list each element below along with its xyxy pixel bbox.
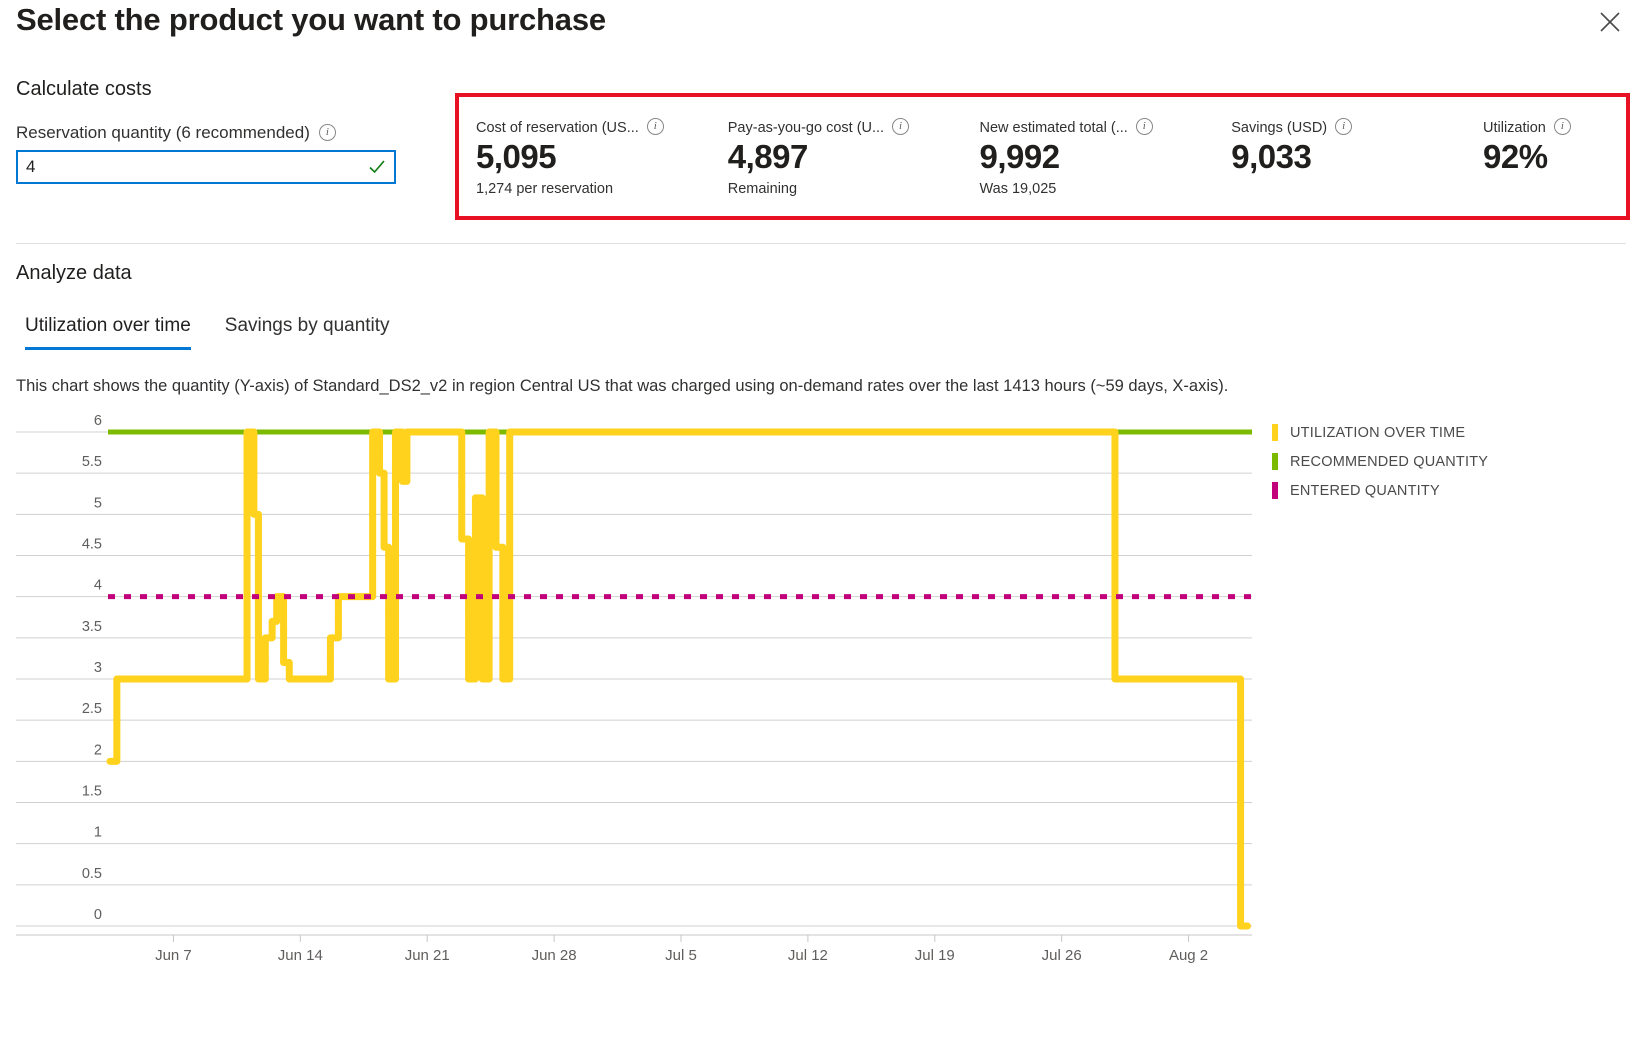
legend-swatch-entered (1272, 482, 1278, 499)
svg-text:0.5: 0.5 (82, 866, 102, 882)
svg-text:Jun 7: Jun 7 (155, 947, 192, 964)
svg-text:4.5: 4.5 (82, 537, 102, 553)
metric-savings: Savings (USD) i 9,033 (1214, 119, 1466, 181)
reservation-quantity-input[interactable] (18, 152, 360, 182)
metric-label-text: New estimated total (... (980, 120, 1128, 136)
svg-text:0: 0 (94, 907, 102, 923)
svg-text:Jun 14: Jun 14 (278, 947, 323, 964)
analyze-data-heading: Analyze data (16, 262, 132, 285)
utilization-chart: 0 0.5 1 1.5 2 2.5 3 3.5 4 4.5 5 5.5 6 Jun 7 Jun 14 Jun … (0, 415, 1642, 1015)
metric-new-estimated-total: New estimated total (... i 9,992 Was 19,… (963, 119, 1215, 197)
purchase-product-panel: Select the product you want to purchase … (0, 0, 1642, 1039)
calculate-costs-heading: Calculate costs (16, 78, 152, 101)
legend-item-utilization-over-time: UTILIZATION OVER TIME (1272, 418, 1488, 447)
legend-item-recommended-quantity: RECOMMENDED QUANTITY (1272, 447, 1488, 476)
valid-check-icon (360, 157, 394, 177)
legend-item-entered-quantity: ENTERED QUANTITY (1272, 476, 1488, 505)
info-icon-reservation-quantity[interactable]: i (319, 124, 336, 141)
metric-label: Cost of reservation (US... i (476, 119, 711, 136)
analyze-tabs: Utilization over time Savings by quantit… (25, 315, 390, 350)
svg-text:5: 5 (94, 495, 102, 511)
chart-description: This chart shows the quantity (Y-axis) o… (16, 377, 1228, 396)
info-icon-savings[interactable]: i (1335, 118, 1352, 135)
close-icon[interactable] (1592, 4, 1628, 40)
metric-value: 92% (1483, 139, 1626, 175)
metric-value: 9,992 (980, 139, 1215, 175)
metric-value: 5,095 (476, 139, 711, 175)
cost-metrics-panel: Cost of reservation (US... i 5,095 1,274… (455, 93, 1630, 220)
metric-value: 4,897 (728, 139, 963, 175)
info-icon-cost-of-reservation[interactable]: i (647, 118, 664, 135)
info-icon-utilization[interactable]: i (1554, 118, 1571, 135)
svg-text:3: 3 (94, 660, 102, 676)
reservation-quantity-label-text: Reservation quantity (6 recommended) (16, 123, 310, 142)
svg-text:6: 6 (94, 415, 102, 429)
svg-text:4: 4 (94, 578, 102, 594)
metric-utilization: Utilization i 92% (1466, 119, 1626, 181)
svg-text:3.5: 3.5 (82, 619, 102, 635)
page-title: Select the product you want to purchase (16, 2, 606, 38)
legend-label: UTILIZATION OVER TIME (1290, 425, 1465, 441)
metric-subtext: Remaining (728, 181, 963, 197)
svg-text:Aug 2: Aug 2 (1169, 947, 1208, 964)
svg-text:Jul 5: Jul 5 (665, 947, 697, 964)
svg-text:1: 1 (94, 825, 102, 841)
metric-value: 9,033 (1231, 139, 1466, 175)
metric-label: Utilization i (1483, 119, 1626, 136)
metric-pay-as-you-go-cost: Pay-as-you-go cost (U... i 4,897 Remaini… (711, 119, 963, 197)
metric-label-text: Savings (USD) (1231, 120, 1327, 136)
metric-label: Pay-as-you-go cost (U... i (728, 119, 963, 136)
metric-cost-of-reservation: Cost of reservation (US... i 5,095 1,274… (459, 119, 711, 197)
tab-savings-by-quantity[interactable]: Savings by quantity (225, 315, 390, 350)
legend-swatch-recommended (1272, 453, 1278, 470)
metric-label: Savings (USD) i (1231, 119, 1466, 136)
legend-swatch-utilization (1272, 424, 1278, 441)
info-icon-pay-as-you-go-cost[interactable]: i (892, 118, 909, 135)
svg-text:2: 2 (94, 742, 102, 758)
svg-text:Jun 28: Jun 28 (532, 947, 577, 964)
svg-text:Jul 19: Jul 19 (915, 947, 955, 964)
chart-legend: UTILIZATION OVER TIME RECOMMENDED QUANTI… (1272, 418, 1488, 505)
metric-label-text: Cost of reservation (US... (476, 120, 639, 136)
svg-text:2.5: 2.5 (82, 701, 102, 717)
legend-label: RECOMMENDED QUANTITY (1290, 454, 1488, 470)
section-divider (16, 243, 1626, 244)
metric-subtext: 1,274 per reservation (476, 181, 711, 197)
svg-text:Jun 21: Jun 21 (405, 947, 450, 964)
svg-text:Jul 26: Jul 26 (1042, 947, 1082, 964)
metric-label: New estimated total (... i (980, 119, 1215, 136)
metric-subtext: Was 19,025 (980, 181, 1215, 197)
reservation-quantity-label: Reservation quantity (6 recommended) i (16, 123, 336, 143)
svg-text:Jul 12: Jul 12 (788, 947, 828, 964)
reservation-quantity-field[interactable] (16, 150, 396, 184)
tab-utilization-over-time[interactable]: Utilization over time (25, 315, 191, 350)
metric-label-text: Utilization (1483, 120, 1546, 136)
metric-label-text: Pay-as-you-go cost (U... (728, 120, 884, 136)
legend-label: ENTERED QUANTITY (1290, 483, 1440, 499)
info-icon-new-estimated-total[interactable]: i (1136, 118, 1153, 135)
svg-text:1.5: 1.5 (82, 784, 102, 800)
svg-text:5.5: 5.5 (82, 454, 102, 470)
